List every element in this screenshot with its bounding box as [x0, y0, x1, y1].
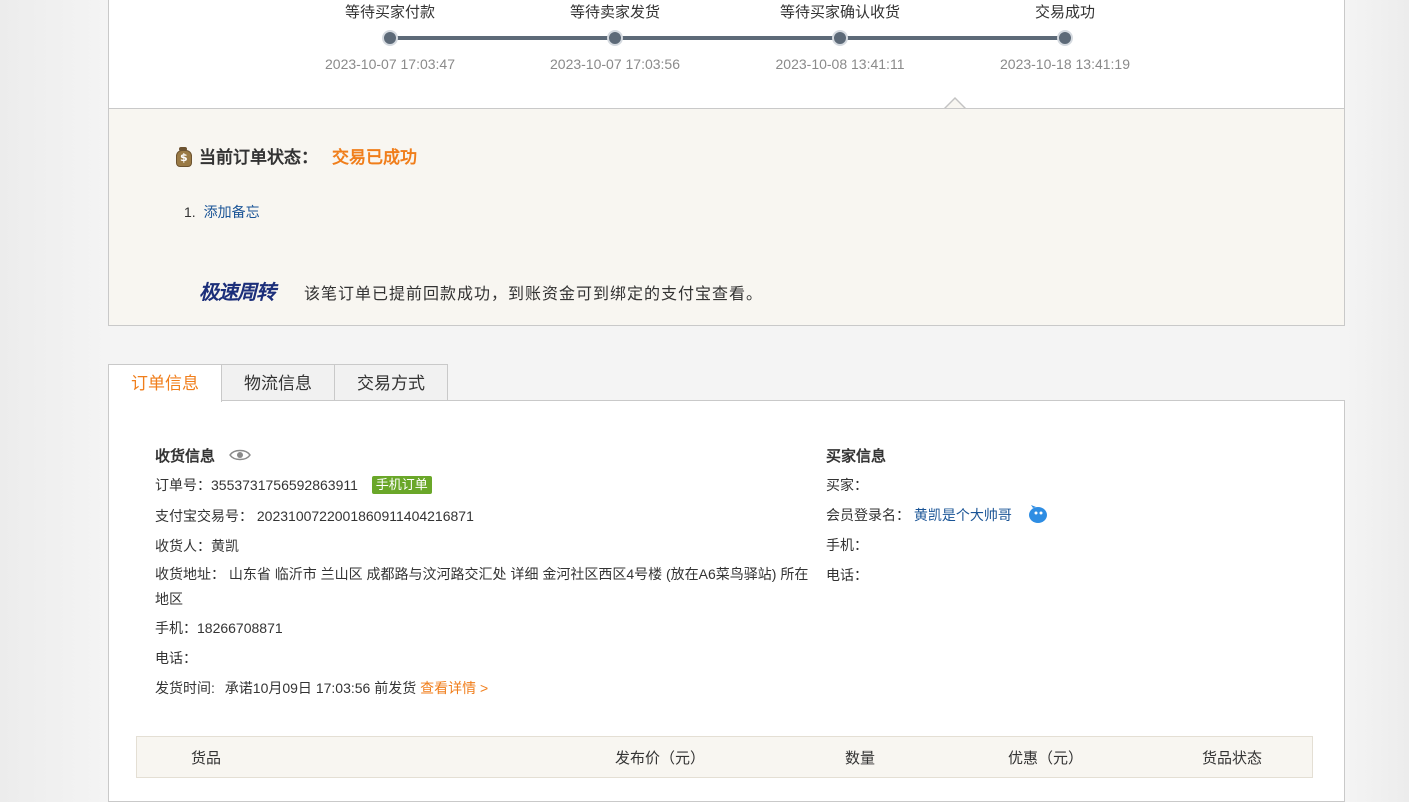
order-status-line: 当前订单状态： 交易已成功: [173, 143, 417, 168]
progress-track: [390, 36, 1065, 40]
member-name-link[interactable]: 黄凯是个大帅哥: [914, 507, 1012, 523]
buyer-mobile-label: 手机：: [826, 537, 868, 553]
express-turnover-logo: 极速周转: [199, 276, 276, 305]
order-tabs: 订单信息 物流信息 交易方式: [108, 364, 448, 402]
buyer-label: 买家：: [826, 477, 868, 493]
express-logo-text: 极速周转: [199, 282, 276, 304]
receiver-label: 收货人：: [155, 538, 211, 554]
progress-step-label: 等待买家确认收货: [779, 4, 900, 21]
progress-caret-inner: [946, 99, 964, 108]
order-status-label: 当前订单状态：: [199, 148, 318, 167]
wangwang-chat-icon[interactable]: [1028, 505, 1048, 523]
order-status-panel: 当前订单状态： 交易已成功 1. 添加备忘: [108, 108, 1345, 251]
column-goods: 货品: [191, 750, 222, 767]
mobile-label: 手机：: [155, 620, 197, 636]
address-value: 山东省 临沂市 兰山区 成都路与汶河路交汇处 详细 金河社区西区4号楼 (放在A…: [155, 566, 809, 607]
tab-trade-method[interactable]: 交易方式: [334, 364, 448, 401]
receiver-row: 收货人：黄凯: [155, 536, 815, 556]
progress-step-time: 2023-10-08 13:41:11: [775, 56, 905, 72]
column-price: 发布价（元）: [615, 750, 706, 767]
progress-step-dot: [382, 30, 398, 46]
buyer-mobile-row: 手机：: [826, 535, 1306, 555]
receiver-value: 黄凯: [211, 538, 239, 554]
progress-step-time: 2023-10-07 17:03:56: [550, 56, 680, 72]
tab-logistics-info[interactable]: 物流信息: [221, 364, 335, 401]
phone-row: 电话：: [155, 648, 815, 668]
progress-step-label: 等待买家付款: [344, 4, 435, 21]
memo-list: 1. 添加备忘: [184, 202, 260, 222]
shipping-info-title: 收货信息: [155, 444, 815, 466]
buyer-info-title: 买家信息: [826, 447, 887, 465]
goods-table-header: 货品 发布价（元） 数量 优惠（元） 货品状态: [136, 736, 1313, 778]
member-name-row: 会员登录名： 黄凯是个大帅哥: [826, 505, 1306, 525]
order-number-row: 订单号：3553731756592863911 手机订单: [155, 475, 815, 495]
phone-label: 电话：: [155, 650, 197, 666]
tab-order-info[interactable]: 订单信息: [108, 364, 222, 402]
progress-step-dot: [607, 30, 623, 46]
progress-step-dot: [832, 30, 848, 46]
progress-step-time: 2023-10-18 13:41:19: [1000, 56, 1130, 72]
shipping-info-heading: 收货信息: [155, 447, 216, 465]
shipping-info-section: 收货信息 订单号：3553731756592863911 手机订单 支付宝交易号…: [155, 444, 815, 698]
buyer-info-section: 买家信息 买家： 会员登录名： 黄凯是个大帅哥 手机： 电话：: [826, 444, 1306, 585]
ship-time-label: 发货时间:: [155, 680, 215, 696]
mobile-value: 18266708871: [197, 620, 283, 636]
mobile-row: 手机：18266708871: [155, 618, 815, 638]
view-details-link[interactable]: 查看详情 >: [420, 680, 488, 696]
memo-item: 1. 添加备忘: [184, 202, 260, 222]
buyer-phone-row: 电话：: [826, 565, 1306, 585]
mobile-order-badge: 手机订单: [371, 476, 432, 494]
buyer-row: 买家：: [826, 475, 1306, 495]
order-number-label: 订单号：: [155, 477, 211, 493]
progress-step-label: 交易成功: [1034, 4, 1095, 21]
order-progress-panel: 等待买家付款 2023-10-07 17:03:47 等待卖家发货 2023-1…: [108, 0, 1345, 108]
alipay-number-row: 支付宝交易号： 2023100722001860911404216871: [155, 506, 815, 526]
member-name-label: 会员登录名：: [826, 507, 910, 523]
progress-step-time: 2023-10-07 17:03:47: [325, 56, 455, 72]
column-quantity: 数量: [845, 750, 876, 767]
alipay-number-value: 2023100722001860911404216871: [256, 508, 474, 524]
progress-step-dot: [1057, 30, 1073, 46]
column-status: 货品状态: [1202, 750, 1263, 767]
address-label: 收货地址：: [155, 566, 225, 582]
order-number-value: 3553731756592863911: [211, 477, 358, 493]
ship-time-value: 承诺10月09日 17:03:56 前发货: [224, 680, 417, 696]
order-status-value: 交易已成功: [332, 148, 417, 167]
progress-step-label: 等待卖家发货: [569, 4, 660, 21]
memo-index: 1.: [184, 204, 196, 220]
eye-icon[interactable]: [229, 448, 251, 462]
address-row: 收货地址： 山东省 临沂市 兰山区 成都路与汶河路交汇处 详细 金河社区西区4号…: [155, 562, 810, 612]
alipay-number-label: 支付宝交易号：: [155, 508, 253, 524]
column-discount: 优惠（元）: [1008, 750, 1084, 767]
buyer-phone-label: 电话：: [826, 567, 868, 583]
add-memo-link[interactable]: 添加备忘: [204, 204, 260, 220]
express-turnover-message: 该笔订单已提前回款成功，到账资金可到绑定的支付宝查看。: [304, 286, 764, 303]
express-turnover-panel: 极速周转 该笔订单已提前回款成功，到账资金可到绑定的支付宝查看。: [108, 249, 1345, 326]
ship-time-row: 发货时间: 承诺10月09日 17:03:56 前发货 查看详情 >: [155, 678, 815, 698]
money-bag-icon: [173, 146, 193, 167]
order-info-panel: 收货信息 订单号：3553731756592863911 手机订单 支付宝交易号…: [108, 400, 1345, 802]
